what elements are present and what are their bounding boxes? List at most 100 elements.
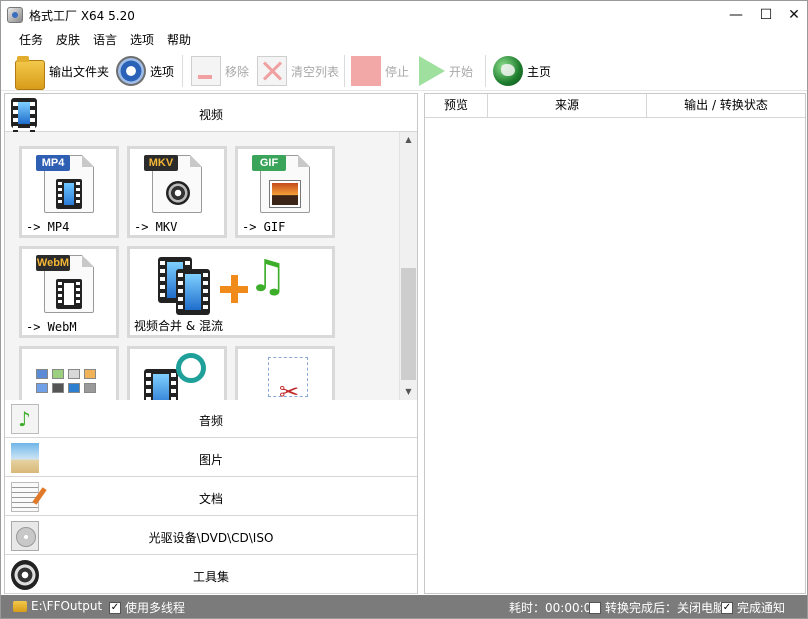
shutdown-after-label: 转换完成后：关闭电脑 bbox=[605, 601, 726, 615]
toolbar-separator bbox=[344, 55, 345, 87]
tile-format-batch[interactable] bbox=[19, 346, 119, 400]
home-label: 主页 bbox=[527, 64, 552, 79]
category-audio-label: 音频 bbox=[198, 414, 223, 428]
mkv-badge: MKV bbox=[144, 155, 178, 171]
video-tiles-grid: MP4 -> MP4 MKV -> MKV GIF -> GIF WebM ->… bbox=[5, 132, 417, 400]
category-audio[interactable]: ♪ 音频 bbox=[5, 400, 417, 438]
status-bar: E:\FFOutput ✓ 使用多线程 耗时：00:00:00 转换完成后：关闭… bbox=[1, 595, 807, 618]
clear-list-icon bbox=[257, 56, 287, 86]
remove-icon bbox=[191, 56, 221, 86]
mp4-badge: MP4 bbox=[36, 155, 70, 171]
task-list-panel: 预览 来源 输出 / 转换状态 bbox=[424, 93, 806, 594]
toolbar-separator bbox=[182, 55, 183, 87]
category-video-label: 视频 bbox=[198, 108, 223, 122]
toolbar: 输出文件夹 选项 移除 清空列表 停止 开始 主页 bbox=[1, 51, 807, 91]
play-icon bbox=[419, 56, 445, 86]
tile-to-mkv[interactable]: MKV -> MKV bbox=[127, 146, 227, 238]
category-image-label: 图片 bbox=[198, 453, 223, 467]
start-button[interactable]: 开始 bbox=[419, 53, 473, 89]
tile-to-mp4[interactable]: MP4 -> MP4 bbox=[19, 146, 119, 238]
music-note-icon: ♫ bbox=[248, 251, 288, 302]
category-tools-label: 工具集 bbox=[192, 570, 229, 584]
stop-button[interactable]: 停止 bbox=[351, 53, 409, 89]
menu-task[interactable]: 任务 bbox=[19, 31, 43, 48]
clear-list-label: 清空列表 bbox=[291, 64, 340, 79]
options-label: 选项 bbox=[150, 64, 175, 79]
column-preview[interactable]: 预览 bbox=[425, 94, 488, 118]
shutdown-after-checkbox[interactable] bbox=[589, 601, 601, 614]
menu-language[interactable]: 语言 bbox=[93, 31, 117, 48]
minimize-button[interactable]: — bbox=[721, 1, 751, 29]
close-button[interactable]: ✕ bbox=[779, 1, 808, 29]
elapsed-time-text: 耗时：00:00:00 bbox=[509, 601, 599, 615]
stop-icon bbox=[351, 56, 381, 86]
folder-icon bbox=[15, 56, 45, 90]
film-icon bbox=[176, 269, 210, 315]
tile-video-cut[interactable]: ✂ bbox=[235, 346, 335, 400]
tile-video-merge-mux[interactable]: ♫ 视频合并 & 混流 bbox=[127, 246, 335, 338]
scroll-down-icon[interactable]: ▼ bbox=[400, 384, 417, 400]
folder-icon bbox=[13, 600, 27, 612]
film-icon bbox=[56, 179, 82, 209]
multithread-checkbox[interactable]: ✓ bbox=[109, 601, 121, 614]
plus-icon bbox=[220, 275, 248, 303]
multithread-option[interactable]: ✓ 使用多线程 bbox=[109, 599, 185, 616]
app-icon bbox=[7, 7, 23, 23]
tile-label: -> MKV bbox=[134, 220, 178, 234]
output-path[interactable]: E:\FFOutput bbox=[13, 599, 102, 613]
remove-label: 移除 bbox=[225, 64, 250, 79]
tile-label: -> WebM bbox=[26, 320, 77, 334]
tile-to-webm[interactable]: WebM -> WebM bbox=[19, 246, 119, 338]
maximize-button[interactable]: ☐ bbox=[751, 1, 781, 29]
category-optical-label: 光驱设备\DVD\CD\ISO bbox=[148, 531, 274, 545]
home-button[interactable]: 主页 bbox=[493, 53, 551, 89]
multithread-label: 使用多线程 bbox=[125, 601, 186, 615]
film-reel-icon bbox=[166, 181, 190, 205]
film-icon bbox=[56, 279, 82, 309]
category-tools[interactable]: 工具集 bbox=[5, 556, 417, 594]
scroll-up-icon[interactable]: ▲ bbox=[400, 132, 417, 148]
clear-list-button[interactable]: 清空列表 bbox=[257, 53, 339, 89]
scroll-thumb[interactable] bbox=[401, 268, 416, 380]
tile-to-gif[interactable]: GIF -> GIF bbox=[235, 146, 335, 238]
vertical-scrollbar[interactable]: ▲ ▼ bbox=[399, 132, 417, 400]
remove-button[interactable]: 移除 bbox=[191, 53, 249, 89]
film-icon bbox=[144, 369, 178, 400]
output-folder-label: 输出文件夹 bbox=[49, 64, 110, 79]
column-output-status[interactable]: 输出 / 转换状态 bbox=[647, 94, 805, 118]
scissors-icon: ✂ bbox=[268, 357, 308, 400]
start-label: 开始 bbox=[449, 64, 474, 79]
webm-badge: WebM bbox=[36, 255, 70, 271]
refresh-icon bbox=[176, 353, 206, 383]
globe-icon bbox=[493, 56, 523, 86]
tile-video-convert[interactable] bbox=[127, 346, 227, 400]
menu-options[interactable]: 选项 bbox=[130, 31, 154, 48]
gif-badge: GIF bbox=[252, 155, 286, 171]
category-video[interactable]: 视频 bbox=[5, 94, 417, 140]
toolbar-separator bbox=[485, 55, 486, 87]
category-document-label: 文档 bbox=[198, 492, 223, 506]
menu-skin[interactable]: 皮肤 bbox=[56, 31, 80, 48]
notify-label: 完成通知 bbox=[737, 601, 786, 615]
elapsed-time: 耗时：00:00:00 bbox=[509, 599, 599, 616]
image-icon bbox=[270, 181, 300, 207]
tile-label: 视频合并 & 混流 bbox=[134, 319, 223, 333]
notify-option[interactable]: ✓ 完成通知 bbox=[721, 599, 785, 616]
tile-label: -> GIF bbox=[242, 220, 286, 234]
app-window: 格式工厂 X64 5.20 — ☐ ✕ 任务 皮肤 语言 选项 帮助 输出文件夹… bbox=[0, 0, 808, 619]
stop-label: 停止 bbox=[385, 64, 410, 79]
category-optical[interactable]: 光驱设备\DVD\CD\ISO bbox=[5, 517, 417, 555]
gear-icon bbox=[116, 56, 146, 86]
menu-help[interactable]: 帮助 bbox=[167, 31, 191, 48]
window-title: 格式工厂 X64 5.20 bbox=[29, 9, 135, 23]
category-panel: 视频 MP4 -> MP4 MKV -> MKV GIF -> GIF WebM… bbox=[4, 93, 418, 594]
category-document[interactable]: 文档 bbox=[5, 478, 417, 516]
column-source[interactable]: 来源 bbox=[488, 94, 647, 118]
output-folder-button[interactable]: 输出文件夹 bbox=[15, 53, 110, 90]
category-image[interactable]: 图片 bbox=[5, 439, 417, 477]
tile-label: -> MP4 bbox=[26, 220, 70, 234]
shutdown-after-option[interactable]: 转换完成后：关闭电脑 bbox=[589, 599, 725, 616]
title-bar: 格式工厂 X64 5.20 — ☐ ✕ bbox=[1, 1, 807, 29]
options-button[interactable]: 选项 bbox=[116, 53, 174, 89]
notify-checkbox[interactable]: ✓ bbox=[721, 601, 733, 614]
